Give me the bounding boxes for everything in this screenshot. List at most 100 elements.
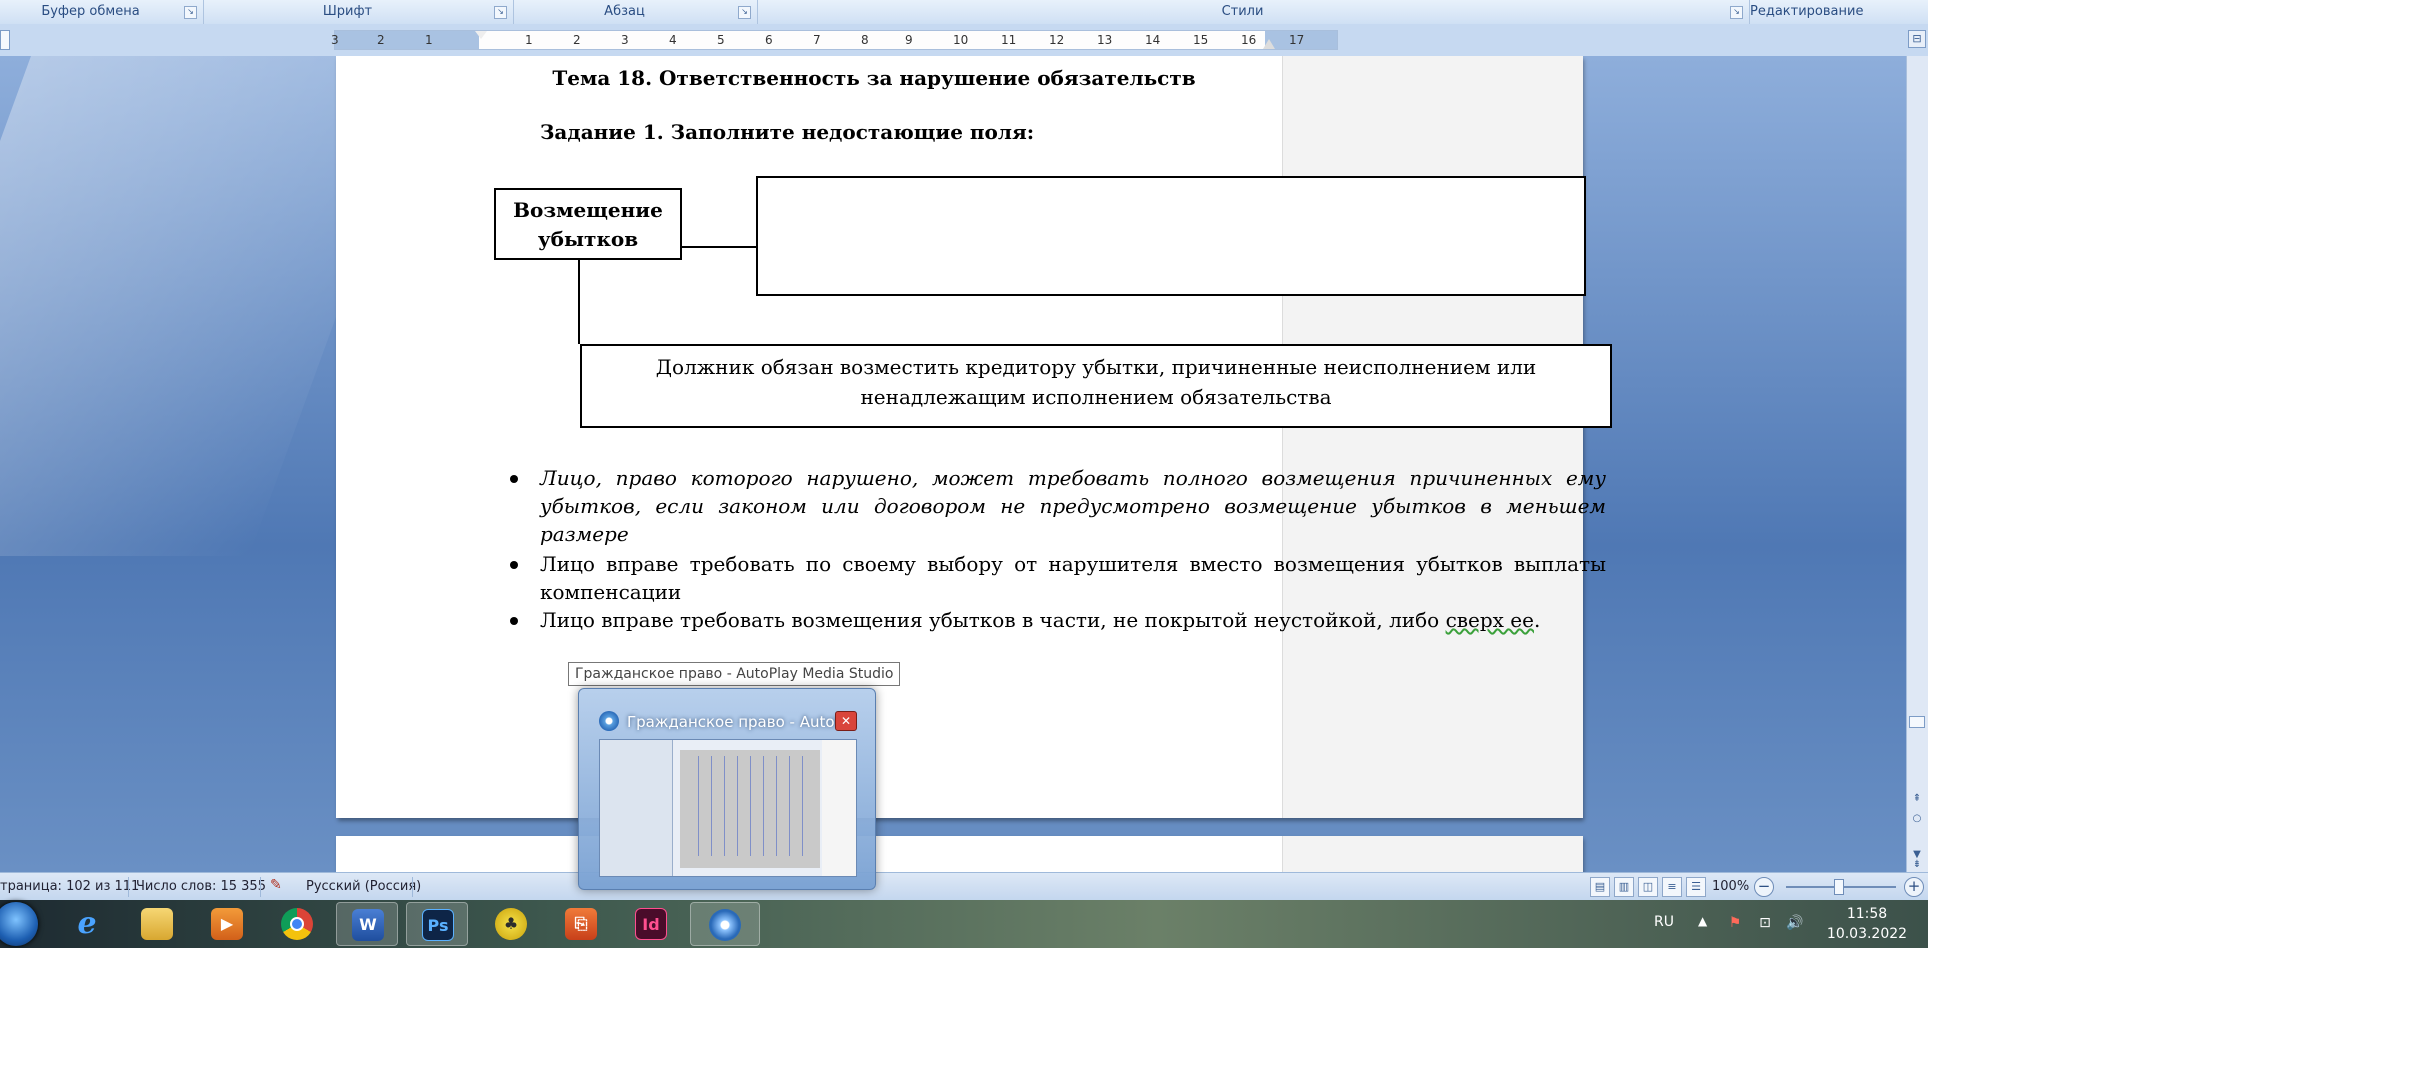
scrollbar-thumb[interactable] — [1909, 716, 1925, 728]
page-counter[interactable]: траница: 102 из 111 — [0, 879, 139, 894]
ruler-number: 4 — [669, 33, 677, 47]
list-item-text: Лицо вправе требовать по своему выбору о… — [540, 552, 1606, 604]
taskbar-app-yellow[interactable]: ♣ — [480, 902, 542, 946]
thumbnail-document — [680, 750, 820, 868]
taskbar-acrobat[interactable]: ⎘ — [550, 902, 612, 946]
autoplay-disc-icon — [709, 909, 741, 941]
outline-view-icon[interactable]: ≡ — [1662, 877, 1682, 897]
taskbar-autoplay[interactable] — [690, 902, 760, 946]
grammar-flagged-text[interactable]: сверх ее — [1446, 608, 1534, 632]
ribbon-group-label: Абзац — [604, 4, 645, 19]
ruler-number: 15 — [1193, 33, 1209, 47]
zoom-level[interactable]: 100% — [1712, 879, 1749, 894]
document-page-next[interactable] — [336, 836, 1583, 872]
show-hidden-icons-icon[interactable]: ▲ — [1698, 914, 1707, 928]
dialog-launcher-icon[interactable]: ↘ — [184, 6, 197, 19]
app-icon: ♣ — [495, 908, 527, 940]
thumbnail-right-panel — [822, 740, 856, 876]
draft-view-icon[interactable]: ☰ — [1686, 877, 1706, 897]
network-icon[interactable]: ⊡ — [1756, 914, 1774, 932]
word-counter[interactable]: Число слов: 15 355 — [136, 879, 266, 894]
taskbar-media-player[interactable]: ▶ — [196, 902, 258, 946]
ruler-number: 2 — [377, 33, 385, 47]
action-center-icon[interactable]: ⚑ — [1726, 914, 1744, 932]
ruler-number: 8 — [861, 33, 869, 47]
list-item: Лицо, право которого нарушено, может тре… — [510, 464, 1606, 548]
autoplay-disc-icon — [599, 711, 619, 731]
volume-icon[interactable]: 🔊 — [1786, 914, 1804, 932]
document-title: Тема 18. Ответственность за нарушение об… — [552, 66, 1196, 90]
zoom-slider-thumb[interactable] — [1834, 879, 1844, 895]
diagram-box-bottom: Должник обязан возместить кредитору убыт… — [580, 344, 1612, 428]
horizontal-ruler[interactable]: 3 2 1 1 2 3 4 5 6 7 8 9 10 11 12 13 14 1… — [331, 30, 1338, 50]
ribbon-group-label: Шрифт — [322, 4, 373, 19]
list-item-text: Лицо, право которого нарушено, может тре… — [540, 466, 1606, 546]
full-screen-reading-icon[interactable]: ▥ — [1614, 877, 1634, 897]
ruler-number: 16 — [1241, 33, 1257, 47]
web-layout-icon[interactable]: ◫ — [1638, 877, 1658, 897]
next-page-icon[interactable]: ⇟ — [1910, 858, 1924, 872]
ruler-number: 12 — [1049, 33, 1065, 47]
diagram-connector-vertical — [578, 260, 580, 344]
ruler-number: 3 — [621, 33, 629, 47]
view-ruler-icon[interactable]: ⊟ — [1908, 30, 1926, 48]
ribbon-group-editing: Редактирование — [1750, 0, 1863, 24]
dialog-launcher-icon[interactable]: ↘ — [494, 6, 507, 19]
print-layout-view-icon[interactable]: ▤ — [1590, 877, 1610, 897]
bullet-icon — [510, 475, 518, 483]
taskbar-word[interactable]: W — [336, 902, 398, 946]
close-icon[interactable]: ✕ — [835, 711, 857, 731]
spellcheck-icon[interactable]: ✎ — [270, 877, 290, 895]
document-page[interactable]: Тема 18. Ответственность за нарушение об… — [336, 56, 1612, 818]
taskbar: e ▶ W Ps ♣ ⎘ Id RU ▲ ⚑ ⊡ 🔊 11:58 10.03.2… — [0, 900, 1928, 948]
media-player-icon: ▶ — [211, 908, 243, 940]
list-item: Лицо вправе требовать возмещения убытков… — [510, 606, 1606, 634]
language-indicator[interactable]: Русский (Россия) — [306, 879, 421, 894]
diagram-box-left-text: Возмещение убытков — [513, 198, 663, 251]
zoom-in-icon[interactable]: + — [1904, 877, 1924, 897]
browse-object-icon[interactable]: ○ — [1910, 812, 1924, 826]
word-icon: W — [352, 909, 384, 941]
ruler-number: 3 — [331, 33, 339, 47]
list-item: Лицо вправе требовать по своему выбору о… — [510, 550, 1606, 606]
thumbnail-sidebar — [600, 740, 673, 876]
page-right-margin — [1282, 836, 1583, 872]
ruler-number: 17 — [1289, 33, 1305, 47]
ribbon-group-paragraph: Абзац ↘ — [514, 0, 758, 24]
zoom-out-icon[interactable]: − — [1754, 877, 1774, 897]
ruler-number: 6 — [765, 33, 773, 47]
ruler-number: 14 — [1145, 33, 1161, 47]
chrome-icon — [281, 908, 313, 940]
vertical-scrollbar[interactable]: ▼ ⇟ ⇞ ○ — [1906, 56, 1928, 872]
prev-page-icon[interactable]: ⇞ — [1910, 792, 1924, 806]
status-separator — [128, 877, 129, 897]
keyboard-language[interactable]: RU — [1654, 914, 1674, 930]
taskbar-window-preview[interactable]: Гражданское право - AutoP... ✕ — [578, 688, 876, 890]
right-indent-marker[interactable] — [1263, 39, 1275, 49]
list-item-end: . — [1533, 608, 1541, 632]
ruler-tab-selector[interactable] — [0, 30, 10, 50]
indesign-icon: Id — [635, 908, 667, 940]
taskbar-file-explorer[interactable] — [126, 902, 188, 946]
clock-time[interactable]: 11:58 — [1830, 906, 1904, 922]
diagram-connector-horizontal — [682, 246, 758, 248]
ruler-number: 2 — [573, 33, 581, 47]
diagram-box-bottom-text: Должник обязан возместить кредитору убыт… — [655, 355, 1537, 409]
taskbar-chrome[interactable] — [266, 902, 328, 946]
preview-thumbnail[interactable] — [599, 739, 857, 877]
ribbon-group-label: Стили — [1221, 4, 1264, 19]
taskbar-internet-explorer[interactable]: e — [56, 902, 118, 946]
screen: Буфер обмена ↘ Шрифт ↘ Абзац ↘ Стили ↘ Р… — [0, 0, 1928, 948]
ruler-number: 9 — [905, 33, 913, 47]
dialog-launcher-icon[interactable]: ↘ — [1730, 6, 1743, 19]
start-button[interactable] — [0, 902, 38, 946]
clock-date[interactable]: 10.03.2022 — [1824, 926, 1910, 942]
ruler-number: 1 — [425, 33, 433, 47]
ruler-number: 13 — [1097, 33, 1113, 47]
ribbon-group-bar: Буфер обмена ↘ Шрифт ↘ Абзац ↘ Стили ↘ Р… — [0, 0, 1928, 25]
ruler-number: 11 — [1001, 33, 1017, 47]
dialog-launcher-icon[interactable]: ↘ — [738, 6, 751, 19]
first-line-indent-marker[interactable] — [475, 31, 487, 39]
taskbar-photoshop[interactable]: Ps — [406, 902, 468, 946]
taskbar-indesign[interactable]: Id — [620, 902, 682, 946]
